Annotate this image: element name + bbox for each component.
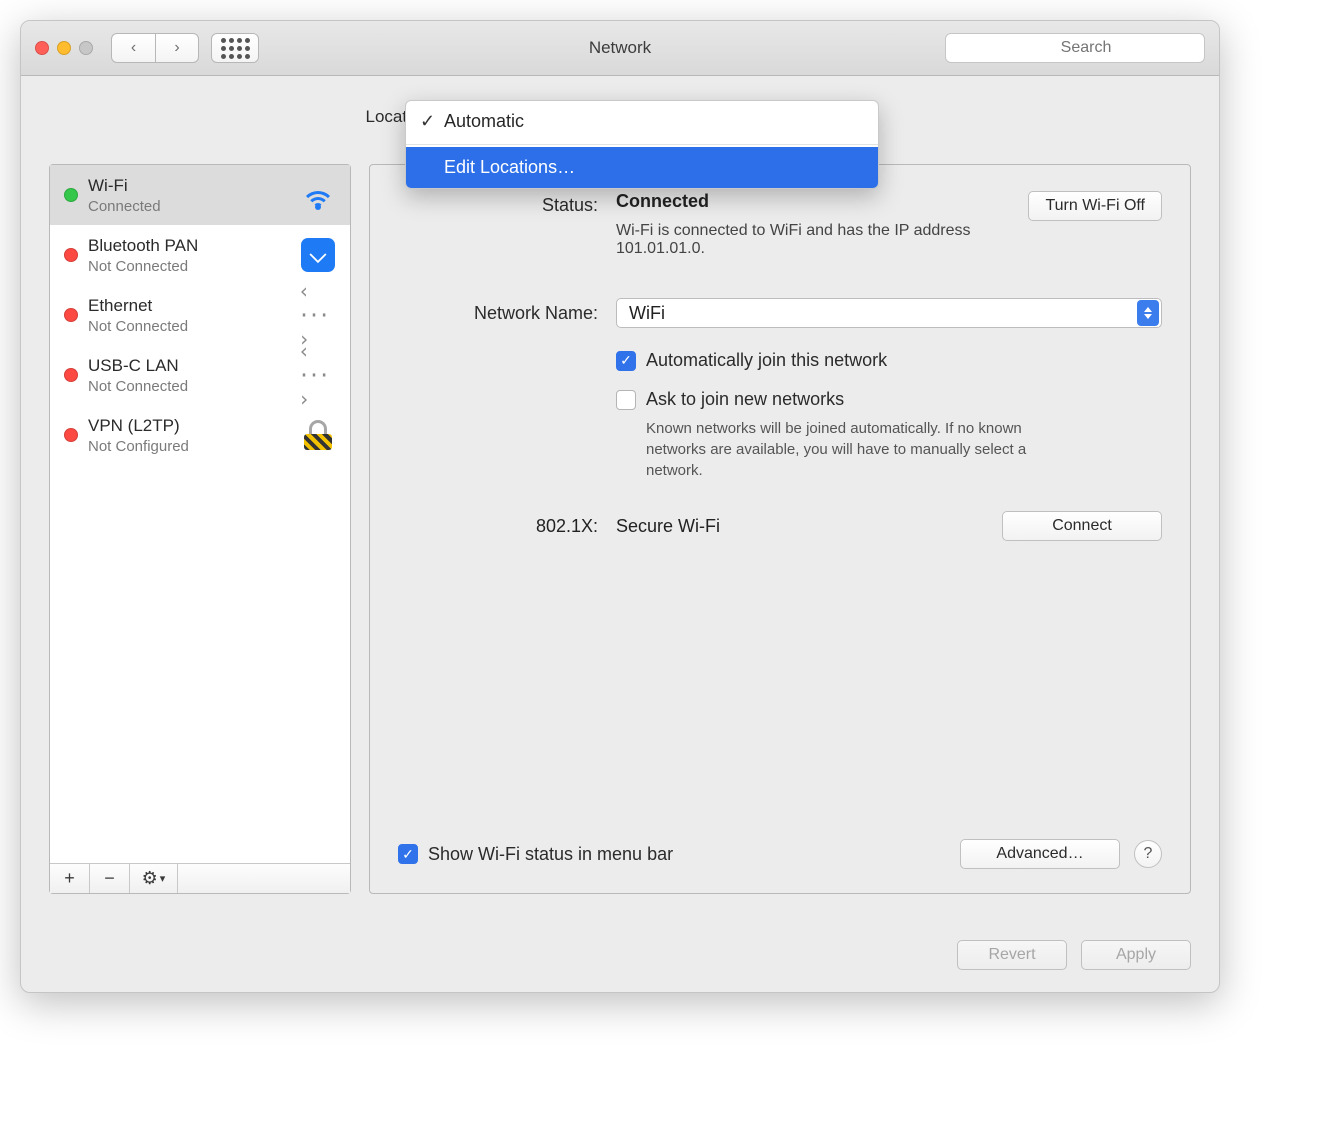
auto-join-checkbox-row[interactable]: ✓ Automatically join this network xyxy=(616,350,1162,371)
ethernet-icon: ‹ ··· › xyxy=(298,355,338,395)
content: Location: Automatic Edit Locations… Wi-F… xyxy=(21,76,1219,922)
interface-status: Connected xyxy=(88,198,288,215)
checkbox-checked-icon: ✓ xyxy=(398,844,418,864)
network-name-row: Network Name: WiFi xyxy=(398,298,1162,328)
detail-pane: Turn Wi-Fi Off Status: Connected Wi-Fi i… xyxy=(369,164,1191,894)
grid-icon xyxy=(221,38,250,59)
detail-bottom-row: ✓ Show Wi-Fi status in menu bar Advanced… xyxy=(398,839,1162,869)
interface-status: Not Connected xyxy=(88,378,288,395)
status-label: Status: xyxy=(398,191,598,219)
interface-item-ethernet[interactable]: Ethernet Not Connected ‹ ··· › xyxy=(50,285,350,345)
forward-button[interactable]: › xyxy=(155,33,199,63)
interface-item-bluetooth[interactable]: Bluetooth PAN Not Connected ⌵ xyxy=(50,225,350,285)
dot1x-row: 802.1X: Secure Wi-Fi Connect xyxy=(398,511,1162,541)
turn-wifi-off-button[interactable]: Turn Wi-Fi Off xyxy=(1028,191,1162,221)
checkbox-unchecked-icon xyxy=(616,390,636,410)
show-menu-bar-label: Show Wi-Fi status in menu bar xyxy=(428,844,673,865)
nav-back-forward: ‹ › xyxy=(111,33,199,63)
interface-item-usbc-lan[interactable]: USB-C LAN Not Connected ‹ ··· › xyxy=(50,345,350,405)
interface-name: Ethernet xyxy=(88,296,288,316)
status-description: Wi-Fi is connected to WiFi and has the I… xyxy=(616,222,1036,258)
status-dot xyxy=(64,188,78,202)
interface-name: USB-C LAN xyxy=(88,356,288,376)
network-preferences-window: ‹ › Network 🔍 Location: Automatic E xyxy=(20,20,1220,993)
maximize-window xyxy=(79,41,93,55)
dot1x-value: Secure Wi-Fi xyxy=(616,516,944,537)
interface-name: Wi-Fi xyxy=(88,176,288,196)
interface-status: Not Connected xyxy=(88,318,288,335)
interface-item-vpn[interactable]: VPN (L2TP) Not Configured xyxy=(50,405,350,465)
interface-list: Wi-Fi Connected Bluetooth PAN Not Connec… xyxy=(50,165,350,863)
panes: Wi-Fi Connected Bluetooth PAN Not Connec… xyxy=(49,164,1191,894)
ethernet-icon: ‹ ··· › xyxy=(298,295,338,335)
advanced-button[interactable]: Advanced… xyxy=(960,839,1120,869)
network-name-label: Network Name: xyxy=(398,299,598,327)
ask-join-checkbox-row[interactable]: Ask to join new networks xyxy=(616,389,1162,410)
interface-actions-menu[interactable]: ⚙︎▾ xyxy=(130,864,178,893)
location-row: Location: Automatic Edit Locations… xyxy=(49,100,1191,134)
dropdown-separator xyxy=(406,144,878,145)
interface-status: Not Configured xyxy=(88,438,288,455)
search-input[interactable] xyxy=(945,33,1205,63)
location-option-edit[interactable]: Edit Locations… xyxy=(406,147,878,188)
revert-button[interactable]: Revert xyxy=(957,940,1067,970)
status-value: Connected xyxy=(616,191,709,211)
status-dot xyxy=(64,428,78,442)
connect-8021x-button[interactable]: Connect xyxy=(1002,511,1162,541)
location-option-automatic[interactable]: Automatic xyxy=(406,101,878,142)
interface-item-wifi[interactable]: Wi-Fi Connected xyxy=(50,165,350,225)
interface-name: VPN (L2TP) xyxy=(88,416,288,436)
location-dropdown-menu: Automatic Edit Locations… xyxy=(405,100,879,189)
bluetooth-icon: ⌵ xyxy=(298,235,338,275)
interface-name: Bluetooth PAN xyxy=(88,236,288,256)
network-name-select[interactable]: WiFi xyxy=(616,298,1162,328)
auto-join-label: Automatically join this network xyxy=(646,350,887,371)
wifi-icon xyxy=(298,175,338,215)
remove-interface-button[interactable]: − xyxy=(90,864,130,893)
status-dot xyxy=(64,308,78,322)
status-dot xyxy=(64,248,78,262)
help-button[interactable]: ? xyxy=(1134,840,1162,868)
interface-status: Not Connected xyxy=(88,258,288,275)
interface-sidebar: Wi-Fi Connected Bluetooth PAN Not Connec… xyxy=(49,164,351,894)
sidebar-footer: + − ⚙︎▾ xyxy=(50,863,350,893)
ask-join-label: Ask to join new networks xyxy=(646,389,844,410)
checkbox-checked-icon: ✓ xyxy=(616,351,636,371)
show-menu-bar-checkbox-row[interactable]: ✓ Show Wi-Fi status in menu bar xyxy=(398,844,673,865)
status-dot xyxy=(64,368,78,382)
window-controls xyxy=(35,41,93,55)
network-name-value: WiFi xyxy=(629,303,665,324)
chevron-updown-icon xyxy=(1137,300,1159,326)
minimize-window[interactable] xyxy=(57,41,71,55)
lock-icon xyxy=(298,415,338,455)
ask-join-helper: Known networks will be joined automatica… xyxy=(646,418,1076,481)
titlebar: ‹ › Network 🔍 xyxy=(21,21,1219,76)
close-window[interactable] xyxy=(35,41,49,55)
add-interface-button[interactable]: + xyxy=(50,864,90,893)
back-button[interactable]: ‹ xyxy=(111,33,155,63)
options-block: ✓ Automatically join this network Ask to… xyxy=(398,350,1162,481)
dot1x-label: 802.1X: xyxy=(398,516,598,537)
apply-button[interactable]: Apply xyxy=(1081,940,1191,970)
show-all-prefs-button[interactable] xyxy=(211,33,259,63)
action-footer: Revert Apply xyxy=(21,922,1219,992)
